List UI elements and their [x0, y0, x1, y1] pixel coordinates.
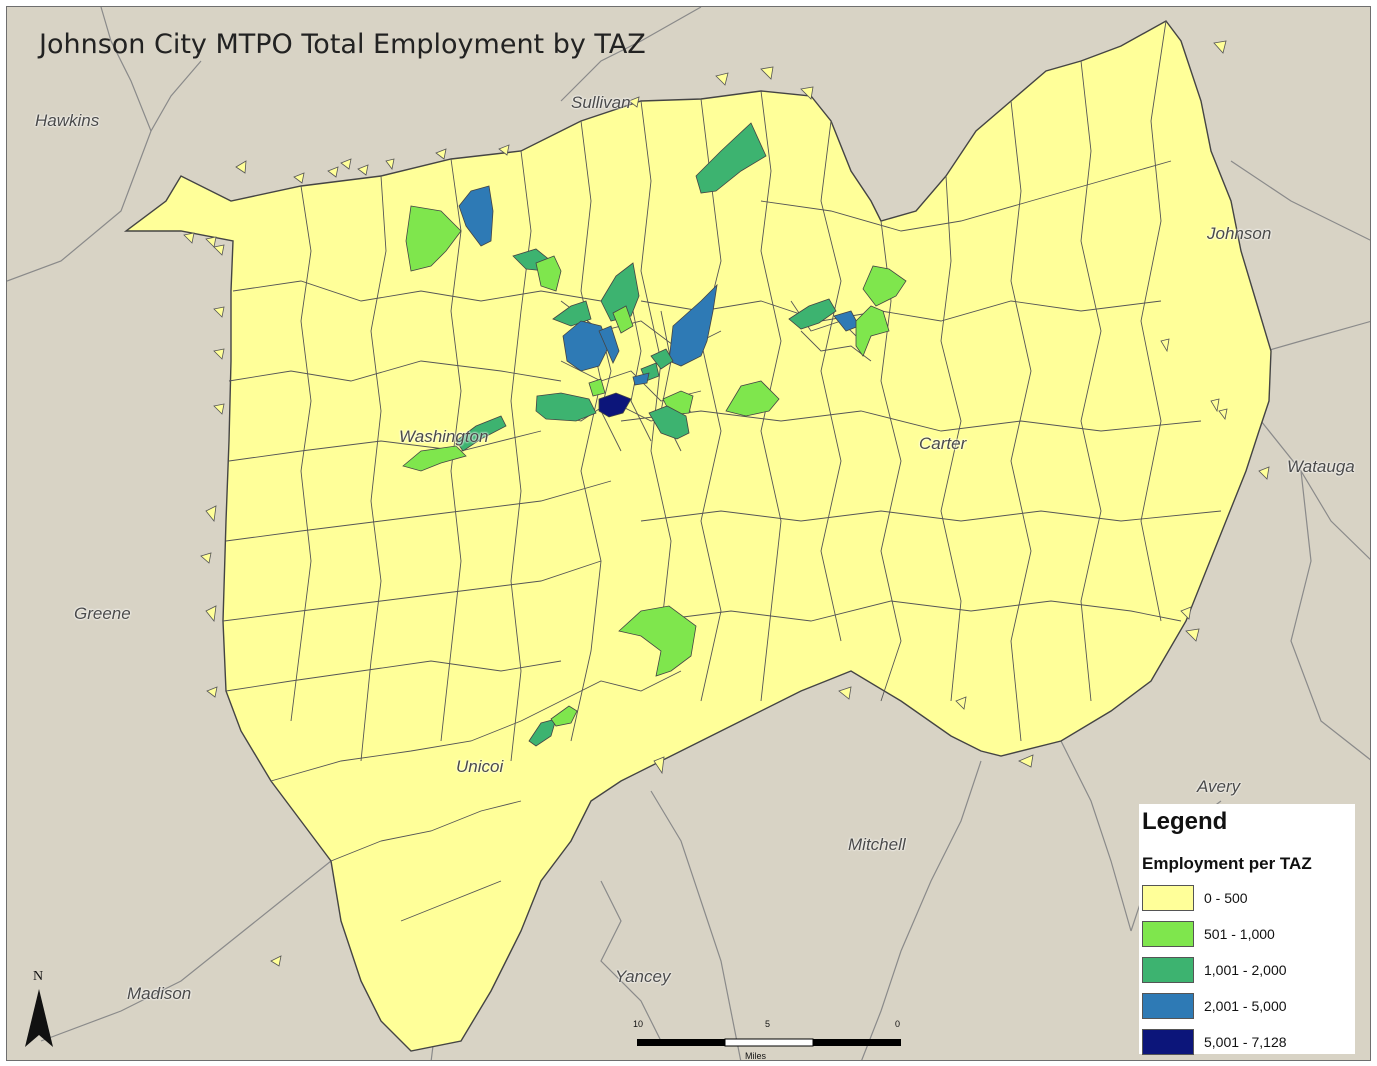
- scale-unit: Miles: [745, 1051, 767, 1061]
- north-arrow-icon: [25, 989, 53, 1047]
- legend-swatch: [1142, 1029, 1194, 1055]
- legend-item: 0 - 500: [1142, 885, 1352, 913]
- legend-item: 2,001 - 5,000: [1142, 993, 1352, 1021]
- legend-swatch: [1142, 885, 1194, 911]
- county-label-unicoi: Unicoi: [456, 757, 504, 776]
- county-label-hawkins: Hawkins: [35, 111, 100, 130]
- legend-label: 1,001 - 2,000: [1204, 962, 1287, 978]
- county-label-madison: Madison: [127, 984, 192, 1003]
- county-label-johnson: Johnson: [1207, 224, 1272, 243]
- legend-swatch: [1142, 921, 1194, 947]
- county-label-watauga: Watauga: [1287, 457, 1355, 476]
- legend-item: 501 - 1,000: [1142, 921, 1352, 949]
- legend-subtitle: Employment per TAZ: [1142, 854, 1312, 873]
- map-title: Johnson City MTPO Total Employment by TA…: [39, 29, 646, 60]
- legend-swatch: [1142, 957, 1194, 983]
- legend: Legend Employment per TAZ 0 - 500 501 - …: [1139, 804, 1355, 1057]
- north-arrow: N: [21, 969, 61, 1053]
- legend-title: Legend: [1142, 808, 1228, 835]
- map-frame: Johnson City MTPO Total Employment by TA…: [6, 6, 1371, 1061]
- legend-label: 0 - 500: [1204, 890, 1248, 906]
- legend-label: 501 - 1,000: [1204, 926, 1275, 942]
- scale-bar-graphic: [637, 1038, 901, 1047]
- scale-tick-label: 5: [765, 1019, 771, 1029]
- county-label-carter: Carter: [919, 434, 967, 453]
- county-label-greene: Greene: [74, 604, 131, 623]
- scale-bar: 10 5 0 Miles: [627, 1019, 907, 1061]
- legend-item: 5,001 - 7,128: [1142, 1029, 1352, 1057]
- county-label-mitchell: Mitchell: [848, 835, 906, 854]
- legend-label: 2,001 - 5,000: [1204, 998, 1287, 1014]
- county-label-washington: Washington: [399, 427, 489, 446]
- scale-tick-label: 10: [633, 1019, 644, 1029]
- legend-label: 5,001 - 7,128: [1204, 1034, 1287, 1050]
- legend-swatch: [1142, 993, 1194, 1019]
- legend-item: 1,001 - 2,000: [1142, 957, 1352, 985]
- county-label-yancey: Yancey: [615, 967, 671, 986]
- county-label-sullivan: Sullivan: [571, 93, 631, 112]
- county-label-avery: Avery: [1197, 777, 1241, 796]
- scale-tick-label: 0: [895, 1019, 901, 1029]
